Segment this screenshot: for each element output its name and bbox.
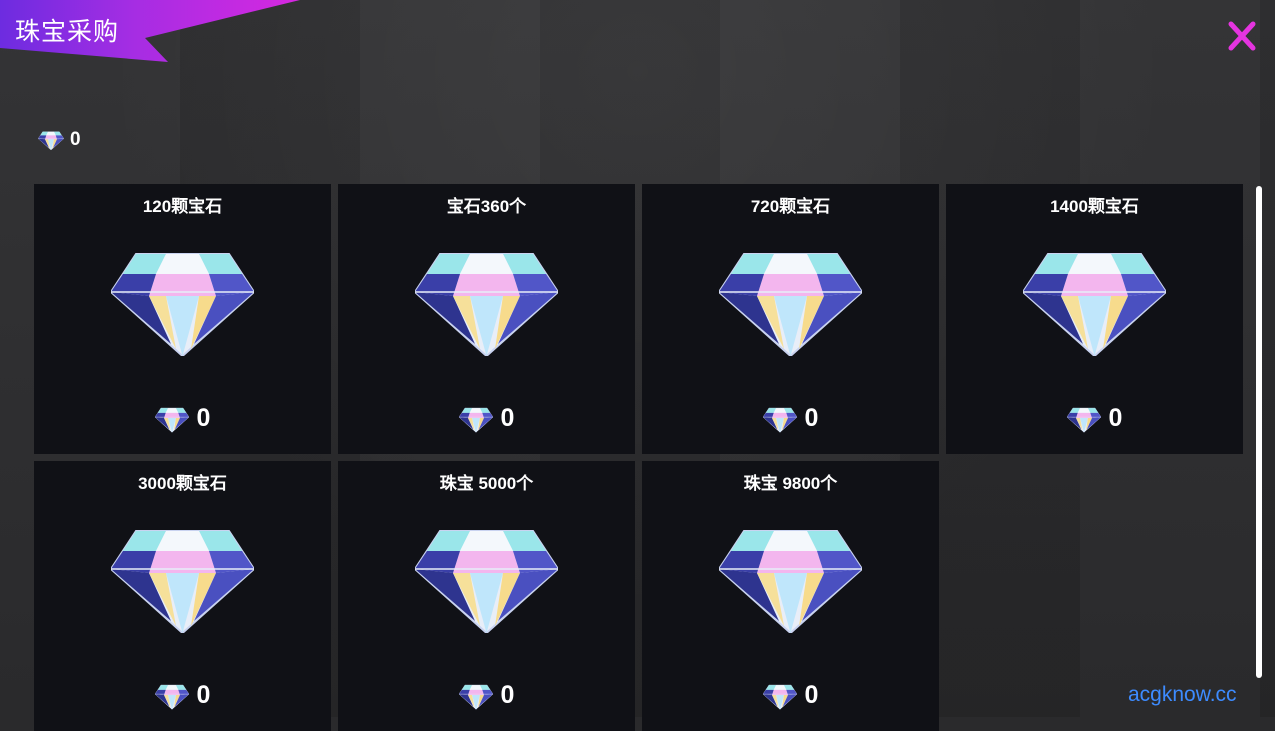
price-value: 0 [500, 681, 515, 709]
package-card[interactable]: 1400颗宝石 0 [946, 184, 1243, 454]
diamond-icon [111, 244, 254, 356]
diamond-icon [38, 130, 64, 150]
package-name: 1400颗宝石 [1050, 197, 1139, 216]
package-name: 720颗宝石 [750, 197, 831, 216]
diamond-icon [459, 682, 493, 710]
page-title: 珠宝采购 [15, 17, 120, 46]
package-name: 宝石360个 [446, 197, 527, 216]
price-value: 0 [196, 681, 211, 709]
package-name: 珠宝 9800个 [743, 474, 838, 493]
watermark: acgknow.cc [1128, 683, 1237, 706]
diamond-icon [155, 682, 189, 710]
package-card[interactable]: 宝石360个 0 [338, 184, 635, 454]
diamond-icon [415, 244, 558, 356]
diamond-icon [155, 405, 189, 433]
package-price: 0 [34, 681, 331, 710]
diamond-icon [719, 244, 862, 356]
package-card[interactable]: 120颗宝石 0 [34, 184, 331, 454]
close-button[interactable] [1222, 16, 1262, 56]
price-value: 0 [500, 404, 515, 432]
diamond-icon [719, 521, 862, 633]
package-name: 珠宝 5000个 [439, 474, 534, 493]
diamond-icon [1067, 405, 1101, 433]
diamond-icon [415, 521, 558, 633]
package-card[interactable]: 3000颗宝石 0 [34, 461, 331, 731]
package-card[interactable]: 珠宝 9800个 0 [642, 461, 939, 731]
package-card[interactable]: 720颗宝石 0 [642, 184, 939, 454]
price-value: 0 [804, 404, 819, 432]
package-price: 0 [642, 404, 939, 433]
diamond-icon [459, 405, 493, 433]
gem-balance: 0 [38, 129, 81, 151]
package-grid: 120颗宝石 0 宝石360个 0 720颗宝石 0 1400颗宝石 0 300… [34, 184, 1243, 731]
diamond-icon [111, 521, 254, 633]
diamond-icon [763, 405, 797, 433]
price-value: 0 [196, 404, 211, 432]
package-card[interactable]: 珠宝 5000个 0 [338, 461, 635, 731]
package-price: 0 [34, 404, 331, 433]
diamond-icon [1023, 244, 1166, 356]
scrollbar[interactable] [1256, 186, 1262, 678]
gem-balance-value: 0 [70, 129, 81, 150]
package-price: 0 [946, 404, 1243, 433]
package-name: 3000颗宝石 [138, 474, 227, 493]
diamond-icon [763, 682, 797, 710]
close-icon [1228, 21, 1256, 51]
package-price: 0 [338, 681, 635, 710]
price-value: 0 [1108, 404, 1123, 432]
package-name: 120颗宝石 [142, 197, 223, 216]
package-price: 0 [338, 404, 635, 433]
package-price: 0 [642, 681, 939, 710]
price-value: 0 [804, 681, 819, 709]
